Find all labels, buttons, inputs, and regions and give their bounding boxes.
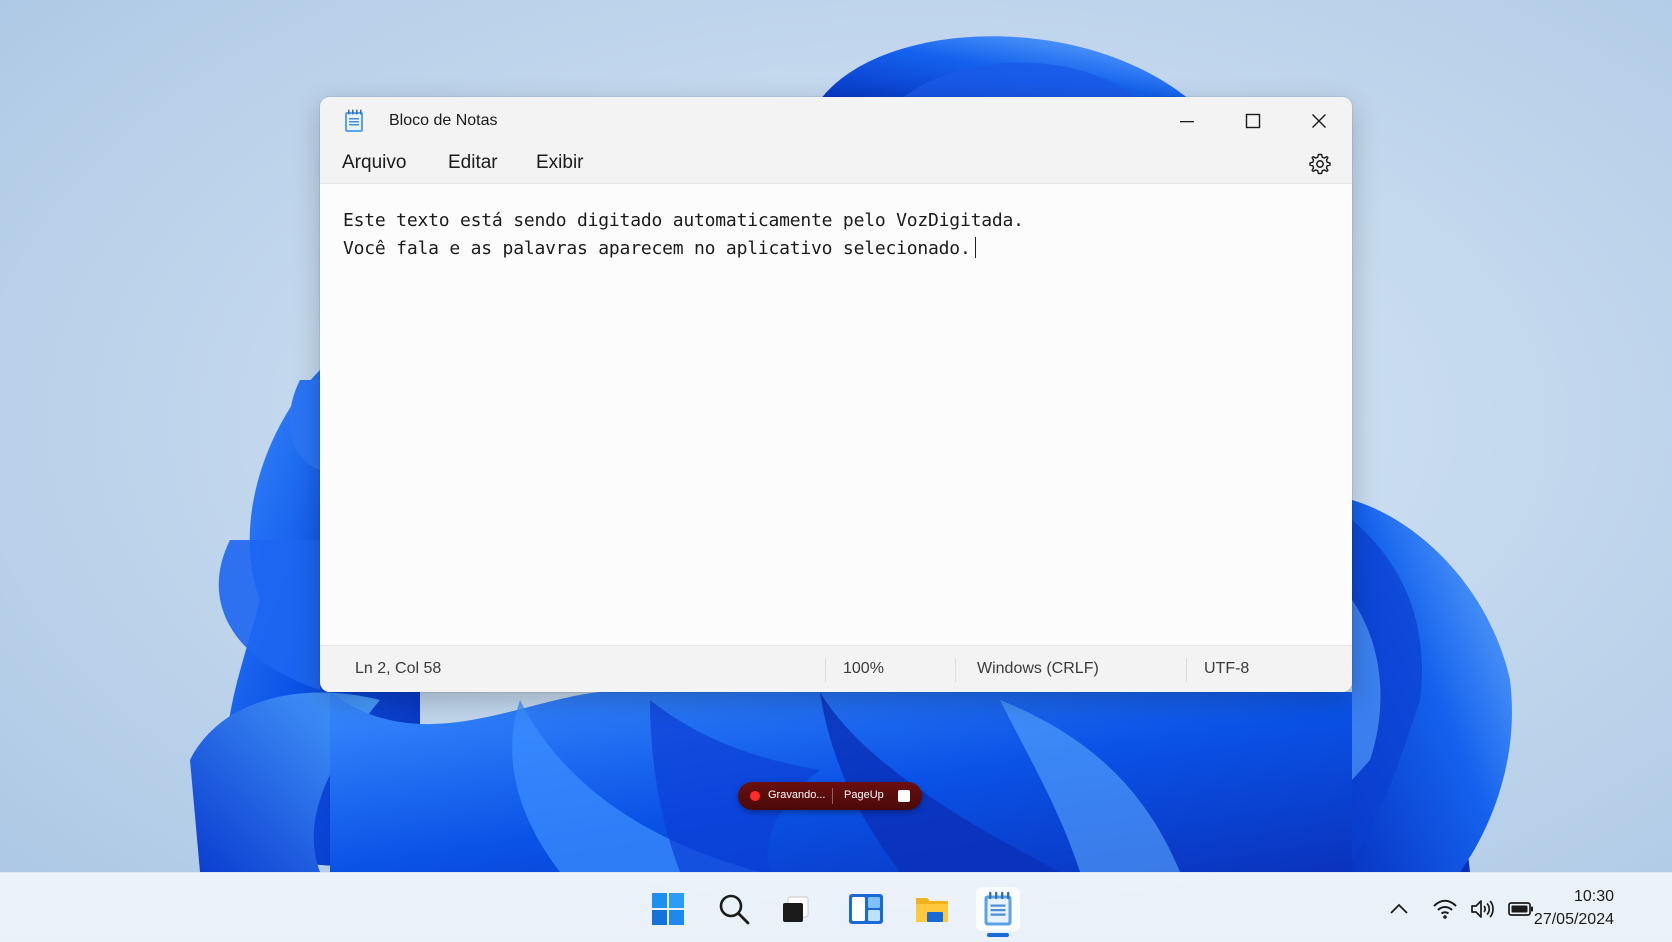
wifi-icon[interactable]: [1432, 896, 1458, 922]
minimize-button[interactable]: [1154, 97, 1220, 145]
status-bar: Ln 2, Col 58 100% Windows (CRLF) UTF-8: [320, 645, 1352, 692]
cursor-position: Ln 2, Col 58: [355, 660, 442, 677]
zoom-level: 100%: [843, 660, 884, 677]
close-button[interactable]: [1286, 97, 1352, 145]
stop-icon[interactable]: [898, 790, 910, 802]
file-explorer-button[interactable]: [910, 887, 954, 931]
encoding: UTF-8: [1204, 660, 1250, 677]
volume-icon[interactable]: [1469, 896, 1495, 922]
maximize-icon: [1245, 113, 1261, 129]
gear-icon[interactable]: [1308, 152, 1332, 176]
recording-status: Gravando...: [768, 789, 826, 801]
file-explorer-icon: [916, 898, 948, 922]
status-divider: [825, 658, 826, 682]
clock-date[interactable]: 27/05/2024: [1534, 911, 1614, 929]
menu-arquivo[interactable]: Arquivo: [342, 152, 406, 174]
title-bar[interactable]: Bloco de Notas: [320, 97, 1352, 145]
menu-exibir[interactable]: Exibir: [536, 152, 584, 174]
active-app-indicator: [987, 933, 1009, 937]
search-button[interactable]: [712, 887, 756, 931]
windows-start-icon: [652, 893, 684, 925]
recording-indicator[interactable]: Gravando... PageUp: [738, 782, 922, 810]
window-title: Bloco de Notas: [389, 112, 498, 129]
search-icon: [719, 894, 750, 925]
notepad-window: Bloco de Notas Arquivo Editar Exibir Est…: [320, 97, 1352, 692]
chevron-up-icon[interactable]: [1386, 896, 1412, 922]
minimize-icon: [1180, 121, 1194, 123]
close-icon: [1312, 114, 1326, 128]
notepad-taskbar-button[interactable]: [976, 887, 1020, 931]
status-divider: [955, 658, 956, 682]
text-line-2: Você fala e as palavras aparecem no apli…: [343, 237, 976, 259]
widgets-icon: [849, 894, 883, 924]
start-button[interactable]: [646, 887, 690, 931]
line-ending: Windows (CRLF): [977, 660, 1099, 677]
notepad-icon: [984, 891, 1012, 926]
task-view-button[interactable]: [774, 887, 818, 931]
text-line-2-content: Você fala e as palavras aparecem no apli…: [343, 238, 971, 259]
clock-time[interactable]: 10:30: [1574, 888, 1614, 906]
widgets-button[interactable]: [844, 887, 888, 931]
recording-hotkey: PageUp: [844, 789, 884, 801]
recording-dot-icon: [750, 791, 760, 801]
task-view-icon: [783, 896, 809, 922]
menu-editar[interactable]: Editar: [448, 152, 498, 174]
taskbar: 10:30 27/05/2024: [0, 872, 1672, 942]
maximize-button[interactable]: [1220, 97, 1286, 145]
menu-bar: Arquivo Editar Exibir: [320, 145, 1352, 184]
battery-icon[interactable]: [1508, 896, 1534, 922]
notepad-icon: [345, 109, 363, 132]
text-caret: [974, 237, 976, 258]
recorder-divider: [832, 788, 833, 804]
text-editor[interactable]: Este texto está sendo digitado automatic…: [320, 184, 1352, 642]
text-line-1: Este texto está sendo digitado automatic…: [343, 210, 1024, 231]
status-divider: [1186, 658, 1187, 682]
